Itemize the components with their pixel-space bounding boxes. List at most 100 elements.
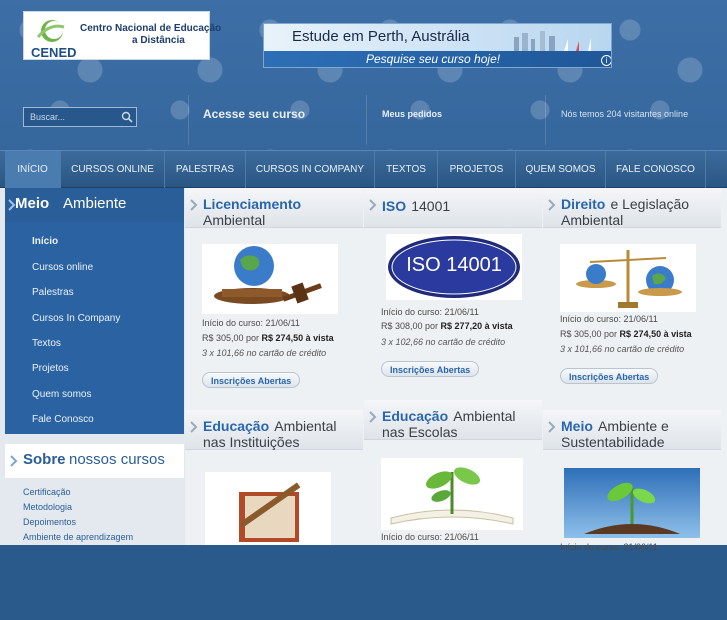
sidebar-item-textos[interactable]: Textos xyxy=(32,338,61,349)
search-icon[interactable] xyxy=(121,111,133,123)
search-box xyxy=(23,107,137,127)
course-card-direito[interactable]: Direito e Legislação Ambiental Início do… xyxy=(543,188,721,398)
course-card-meio-ambiente-sustentabilidade[interactable]: Meio Ambiente e Sustentabilidade Início … xyxy=(543,410,721,620)
course-credit: 3 x 102,66 no cartão de crédito xyxy=(381,337,506,347)
card-title-line2: nas Escolas xyxy=(382,424,458,440)
logo-name-line1: Centro Nacional de Educação xyxy=(80,23,222,34)
course-image[interactable] xyxy=(381,458,523,530)
link-metodologia[interactable]: Metodologia xyxy=(23,502,72,512)
main-nav: INÍCIO CURSOS ONLINE PALESTRAS CURSOS IN… xyxy=(0,150,727,188)
card-title[interactable]: Educação Ambiental nas Instituições xyxy=(185,410,363,450)
sidebar-item-projetos[interactable]: Projetos xyxy=(32,363,69,374)
price-old: R$ 305,00 por xyxy=(560,329,620,339)
ad-headline: Estude em Perth, Austrália xyxy=(292,28,470,45)
course-image[interactable] xyxy=(560,244,696,312)
course-image[interactable] xyxy=(202,244,338,314)
course-price: R$ 308,00 por R$ 277,20 à vista xyxy=(381,321,513,331)
nav-item-fale-conosco[interactable]: FALE CONOSCO xyxy=(606,151,706,188)
sidebar-header: Meio Ambiente xyxy=(5,188,184,222)
enroll-button[interactable]: Inscrições Abertas xyxy=(560,368,659,384)
price-old: R$ 308,00 por xyxy=(381,321,441,331)
sidebar-menu: Início Cursos online Palestras Cursos In… xyxy=(5,222,184,434)
iso-badge-text: ISO 14001 xyxy=(406,254,502,276)
sidebar-item-fale-conosco[interactable]: Fale Conosco xyxy=(32,414,94,425)
nav-item-projetos[interactable]: PROJETOS xyxy=(438,151,516,188)
card-title[interactable]: Meio Ambiente e Sustentabilidade xyxy=(543,410,721,450)
topbar-divider xyxy=(545,95,546,145)
course-credit: 3 x 101,66 no cartão de crédito xyxy=(560,344,685,354)
plant-soil-icon xyxy=(584,482,680,534)
chevron-right-icon xyxy=(10,455,18,467)
course-card-educacao-instituicoes[interactable]: Educação Ambiental nas Instituições xyxy=(185,410,363,620)
course-image[interactable]: ISO 14001 xyxy=(386,234,522,300)
link-certificacao[interactable]: Certificação xyxy=(23,487,71,497)
search-input[interactable] xyxy=(24,108,116,126)
course-start: Início do curso: 21/06/11 xyxy=(381,307,479,317)
course-card-iso14001[interactable]: ISO 14001 ISO 14001 Início do curso: 21/… xyxy=(364,188,542,398)
sidebar-item-cursos-in-company[interactable]: Cursos In Company xyxy=(32,313,120,324)
course-card-educacao-escolas[interactable]: Educação Ambiental nas Escolas Início do… xyxy=(364,400,542,610)
course-image[interactable] xyxy=(564,468,700,538)
globe-gavel-icon xyxy=(214,246,322,304)
chevron-right-icon xyxy=(190,199,198,211)
course-grid: Licenciamento Ambiental Início do curso:… xyxy=(185,188,727,552)
price-new: R$ 274,50 à vista xyxy=(261,333,334,343)
chevron-right-icon xyxy=(548,421,556,433)
logo-acronym: CENED xyxy=(31,45,77,60)
card-title[interactable]: Licenciamento Ambiental xyxy=(185,188,363,228)
course-credit: 3 x 101,66 no cartão de crédito xyxy=(202,348,327,358)
city-skyline-icon xyxy=(514,31,591,51)
ad-subline: Pesquise seu curso hoje! xyxy=(366,52,501,66)
link-ambiente-aprendizagem[interactable]: Ambiente de aprendizagem xyxy=(23,532,133,542)
about-header-bold: Sobre xyxy=(23,451,66,468)
course-image[interactable] xyxy=(205,472,331,545)
course-start: Início do curso: 21/06/11 xyxy=(560,542,658,552)
access-course-link[interactable]: Acesse seu curso xyxy=(203,107,305,121)
course-price: R$ 305,00 por R$ 274,50 à vista xyxy=(560,329,692,339)
nav-item-textos[interactable]: TEXTOS xyxy=(375,151,438,188)
nav-item-inicio[interactable]: INÍCIO xyxy=(5,151,61,188)
enroll-button[interactable]: Inscrições Abertas xyxy=(202,372,301,388)
nav-item-palestras[interactable]: PALESTRAS xyxy=(165,151,246,188)
card-title-line2: Ambiental xyxy=(561,212,624,228)
nav-item-cursos-online[interactable]: CURSOS ONLINE xyxy=(61,151,165,188)
ad-banner[interactable]: Estude em Perth, Austrália Pesquise seu … xyxy=(263,23,612,68)
logo-swoosh-icon xyxy=(36,20,65,42)
scales-globe-icon xyxy=(576,250,682,308)
course-card-licenciamento[interactable]: Licenciamento Ambiental Início do curso:… xyxy=(185,188,363,398)
nav-item-cursos-in-company[interactable]: CURSOS IN COMPANY xyxy=(246,151,375,188)
sidebar: Meio Ambiente Início Cursos online Pales… xyxy=(0,188,185,545)
sidebar-item-inicio[interactable]: Início xyxy=(32,236,58,247)
visitors-counter: Nós temos 204 visitantes online xyxy=(561,109,689,119)
sidebar-item-cursos-online[interactable]: Cursos online xyxy=(32,262,93,273)
card-title[interactable]: Direito e Legislação Ambiental xyxy=(543,188,721,228)
link-depoimentos[interactable]: Depoimentos xyxy=(23,517,76,527)
card-title-line2: nas Instituições xyxy=(203,434,300,450)
site-logo[interactable]: Centro Nacional de Educação a Distância … xyxy=(23,11,221,60)
enroll-button[interactable]: Inscrições Abertas xyxy=(381,361,480,377)
card-title-rest: 14001 xyxy=(411,198,451,214)
topbar-divider xyxy=(366,95,367,145)
chevron-right-icon xyxy=(548,199,556,211)
card-title[interactable]: Educação Ambiental nas Escolas xyxy=(364,400,542,440)
card-title-line2: Sustentabilidade xyxy=(561,434,665,450)
price-old: R$ 305,00 por xyxy=(202,333,262,343)
nav-item-quem-somos[interactable]: QUEM SOMOS xyxy=(516,151,606,188)
about-courses-header: Sobre nossos cursos xyxy=(5,444,184,478)
course-start: Início do curso: 21/06/11 xyxy=(202,318,300,328)
my-orders-link[interactable]: Meus pedidos xyxy=(382,109,442,119)
sidebar-header-rest: Ambiente xyxy=(63,195,127,212)
about-header-rest: nossos cursos xyxy=(69,451,165,468)
card-title[interactable]: ISO 14001 xyxy=(364,188,542,228)
book-sprout-icon xyxy=(390,467,514,525)
info-icon[interactable]: i xyxy=(601,55,611,66)
chevron-right-icon xyxy=(369,411,377,423)
sidebar-header-bold: Meio xyxy=(15,195,50,212)
course-start: Início do curso: 21/06/11 xyxy=(560,314,658,324)
course-price: R$ 305,00 por R$ 274,50 à vista xyxy=(202,333,334,343)
sidebar-item-palestras[interactable]: Palestras xyxy=(32,287,74,298)
chevron-right-icon xyxy=(190,421,198,433)
course-start: Início do curso: 21/06/11 xyxy=(381,532,479,542)
sidebar-item-quem-somos[interactable]: Quem somos xyxy=(32,389,91,400)
card-title-rest: Ambiental xyxy=(453,408,516,424)
